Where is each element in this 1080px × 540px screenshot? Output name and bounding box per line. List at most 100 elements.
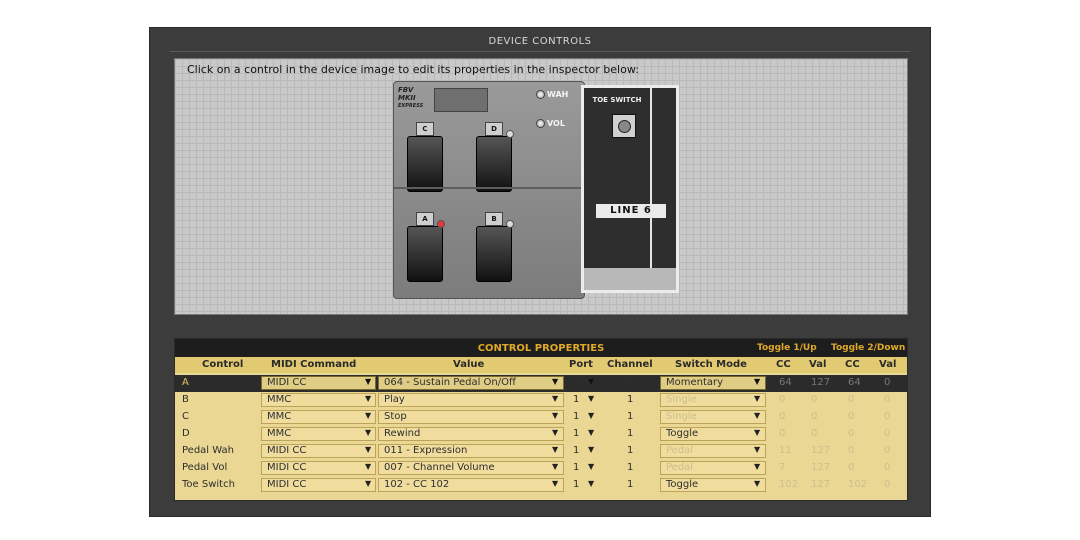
toggle1-val[interactable]: 127	[811, 462, 830, 473]
dropdown-arrow-icon[interactable]: ▼	[552, 411, 558, 420]
toggle1-val[interactable]: 127	[811, 479, 830, 490]
dropdown-arrow-icon[interactable]: ▼	[588, 462, 594, 471]
column-headers: Control MIDI Command Value Port Channel …	[175, 357, 907, 373]
footswitch-b[interactable]: B	[476, 212, 514, 282]
dropdown-arrow-icon[interactable]: ▼	[552, 479, 558, 488]
footswitch-button[interactable]	[407, 226, 443, 282]
channel-value[interactable]: 1	[627, 377, 633, 388]
footswitch-led-active	[437, 220, 445, 228]
toggle1-cc[interactable]: 0	[779, 394, 785, 405]
toggle2-val[interactable]: 0	[884, 479, 890, 490]
toggle2-cc[interactable]: 102	[848, 479, 867, 490]
dropdown-arrow-icon[interactable]: ▼	[552, 394, 558, 403]
dropdown-arrow-icon[interactable]: ▼	[588, 411, 594, 420]
footswitch-a[interactable]: A	[407, 212, 445, 282]
port-value[interactable]: 1	[573, 428, 579, 439]
table-row[interactable]: Pedal Wah MIDI CC ▼ 011 - Expression ▼ 1 ▼ 1 Ped…	[175, 443, 907, 460]
dropdown-arrow-icon[interactable]: ▼	[754, 411, 760, 420]
dropdown-arrow-icon[interactable]: ▼	[588, 377, 594, 386]
dropdown-arrow-icon[interactable]: ▼	[552, 428, 558, 437]
toggle1-cc[interactable]: 102	[779, 479, 798, 490]
toggle1-cc[interactable]: 7	[779, 462, 785, 473]
dropdown-arrow-icon[interactable]: ▼	[754, 462, 760, 471]
value-select[interactable]	[378, 393, 564, 407]
dropdown-arrow-icon[interactable]: ▼	[588, 394, 594, 403]
channel-value[interactable]: 1	[627, 462, 633, 473]
channel-value[interactable]: 1	[627, 411, 633, 422]
channel-value[interactable]: 1	[627, 428, 633, 439]
table-row[interactable]: Pedal Vol MIDI CC ▼ 007 - Channel Volume ▼ 1 ▼…	[175, 460, 907, 477]
switch-mode-value: Single	[666, 411, 697, 422]
toggle1-val[interactable]: 0	[811, 428, 817, 439]
toggle2-val[interactable]: 0	[884, 411, 890, 422]
table-row[interactable]: A MIDI CC ▼ 064 - Sustain Pedal On/Off ▼ 1 ▼ 1 M…	[175, 375, 907, 392]
dropdown-arrow-icon[interactable]: ▼	[754, 445, 760, 454]
dropdown-arrow-icon[interactable]: ▼	[754, 394, 760, 403]
port-value[interactable]: 1	[573, 411, 579, 422]
toggle2-cc[interactable]: 0	[848, 394, 854, 405]
table-row[interactable]: C MMC ▼ Stop ▼ 1 ▼ 1 Single ▼ 0 0 0 0	[175, 409, 907, 426]
switch-mode-value: Toggle	[666, 479, 699, 490]
dropdown-arrow-icon[interactable]: ▼	[365, 479, 371, 488]
footswitch-d[interactable]: D	[476, 122, 514, 192]
dropdown-arrow-icon[interactable]: ▼	[365, 394, 371, 403]
dropdown-arrow-icon[interactable]: ▼	[588, 479, 594, 488]
dropdown-arrow-icon[interactable]: ▼	[365, 462, 371, 471]
toggle2-val[interactable]: 0	[884, 445, 890, 456]
pedal-divider	[394, 187, 584, 189]
toggle1-cc[interactable]: 11	[779, 445, 792, 456]
toggle1-val[interactable]: 127	[811, 377, 830, 388]
control-name: D	[182, 428, 190, 439]
table-row[interactable]: B MMC ▼ Play ▼ 1 ▼ 1 Single ▼ 0 0 0 0	[175, 392, 907, 409]
dropdown-arrow-icon[interactable]: ▼	[552, 377, 558, 386]
channel-value[interactable]: 1	[627, 394, 633, 405]
port-value[interactable]: 1	[573, 479, 579, 490]
toe-switch[interactable]	[612, 114, 636, 138]
dropdown-arrow-icon[interactable]: ▼	[552, 445, 558, 454]
wah-led[interactable]	[536, 90, 545, 99]
footswitch-led	[506, 220, 514, 228]
toggle2-cc[interactable]: 64	[848, 377, 861, 388]
midi-command-value: MIDI CC	[267, 462, 307, 473]
port-value[interactable]: 1	[573, 462, 579, 473]
dropdown-arrow-icon[interactable]: ▼	[588, 428, 594, 437]
footswitch-c[interactable]: C	[407, 122, 443, 192]
channel-value[interactable]: 1	[627, 445, 633, 456]
toggle1-val[interactable]: 127	[811, 445, 830, 456]
table-row[interactable]: Toe Switch MIDI CC ▼ 102 - CC 102 ▼ 1 ▼ 1 Toggle…	[175, 477, 907, 494]
dropdown-arrow-icon[interactable]: ▼	[552, 462, 558, 471]
dropdown-arrow-icon[interactable]: ▼	[365, 428, 371, 437]
vol-led[interactable]	[536, 119, 545, 128]
toggle2-cc[interactable]: 0	[848, 445, 854, 456]
port-value[interactable]: 1	[573, 445, 579, 456]
toggle1-cc[interactable]: 0	[779, 428, 785, 439]
port-value[interactable]: 1	[573, 377, 579, 388]
toggle1-cc[interactable]: 64	[779, 377, 792, 388]
switch-mode-value: Toggle	[666, 428, 699, 439]
toggle2-val[interactable]: 0	[884, 377, 890, 388]
dropdown-arrow-icon[interactable]: ▼	[588, 445, 594, 454]
footswitch-button[interactable]	[476, 136, 512, 192]
footswitch-button[interactable]	[407, 136, 443, 192]
toggle2-val[interactable]: 0	[884, 394, 890, 405]
dropdown-arrow-icon[interactable]: ▼	[365, 377, 371, 386]
dropdown-arrow-icon[interactable]: ▼	[754, 479, 760, 488]
dropdown-arrow-icon[interactable]: ▼	[754, 377, 760, 386]
table-row[interactable]: D MMC ▼ Rewind ▼ 1 ▼ 1 Toggle ▼ 0 0 0 0	[175, 426, 907, 443]
toggle2-val[interactable]: 0	[884, 428, 890, 439]
wah-led-label: WAH	[547, 90, 569, 99]
toggle1-cc[interactable]: 0	[779, 411, 785, 422]
toggle1-val[interactable]: 0	[811, 394, 817, 405]
dropdown-arrow-icon[interactable]: ▼	[365, 445, 371, 454]
expression-pedal[interactable]: TOE SWITCH LINE 6	[581, 85, 679, 293]
toggle2-cc[interactable]: 0	[848, 462, 854, 473]
toggle2-cc[interactable]: 0	[848, 428, 854, 439]
port-value[interactable]: 1	[573, 394, 579, 405]
toggle2-val[interactable]: 0	[884, 462, 890, 473]
footswitch-button[interactable]	[476, 226, 512, 282]
dropdown-arrow-icon[interactable]: ▼	[754, 428, 760, 437]
toggle2-cc[interactable]: 0	[848, 411, 854, 422]
toggle1-val[interactable]: 0	[811, 411, 817, 422]
dropdown-arrow-icon[interactable]: ▼	[365, 411, 371, 420]
channel-value[interactable]: 1	[627, 479, 633, 490]
